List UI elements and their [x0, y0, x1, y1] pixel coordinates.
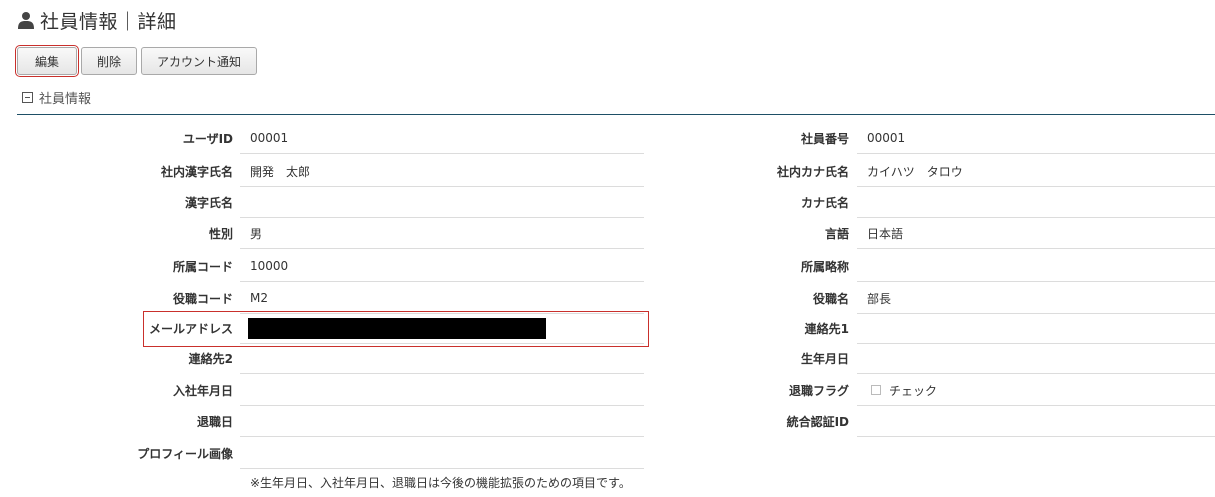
section-label: 社員情報 [39, 92, 92, 107]
field-label: 社内カナ氏名 [776, 165, 849, 179]
toolbar: 編集 削除 アカウント通知 [15, 45, 257, 77]
retire-flag-checkbox [871, 385, 881, 395]
field-row-kana-name: カナ氏名 [0, 187, 1215, 218]
field-label: 役職名 [812, 292, 849, 306]
edit-button[interactable]: 編集 [15, 45, 79, 77]
field-value: カイハツ タロウ [867, 164, 963, 179]
field-label: 統合認証ID [786, 415, 849, 429]
field-label: 生年月日 [800, 352, 849, 366]
page-title: 社員情報｜詳細 [18, 6, 177, 34]
field-row-kana-name-internal: 社内カナ氏名 カイハツ タロウ [0, 156, 1215, 187]
section-header[interactable]: 社員情報 [22, 88, 91, 107]
collapse-minus-icon[interactable] [22, 92, 33, 103]
field-label: 退職フラグ [788, 384, 849, 398]
field-label: 社員番号 [800, 132, 849, 146]
retire-flag-label: チェック [889, 383, 938, 398]
user-icon [18, 12, 34, 29]
field-row-employee-number: 社員番号 00001 [0, 123, 1215, 154]
account-notify-button[interactable]: アカウント通知 [141, 47, 257, 75]
field-row-position-name: 役職名 部長 [0, 283, 1215, 314]
field-label: 言語 [824, 227, 849, 241]
page-title-text: 社員情報｜詳細 [40, 10, 177, 33]
field-value: 00001 [867, 131, 906, 145]
section-divider [17, 114, 1215, 115]
field-label: 連絡先1 [804, 322, 849, 336]
field-row-contact-1: 連絡先1 [0, 313, 1215, 344]
field-value: 部長 [867, 291, 892, 306]
field-label: プロフィール画像 [137, 447, 233, 461]
field-row-sso-id: 統合認証ID [0, 406, 1215, 437]
field-row-department-abbr: 所属略称 [0, 251, 1215, 282]
delete-button[interactable]: 削除 [81, 47, 137, 75]
field-row-birth-date: 生年月日 [0, 343, 1215, 374]
field-value: 日本語 [867, 226, 904, 241]
field-row-retire-flag: 退職フラグ チェック [0, 375, 1215, 406]
field-row-profile-image: プロフィール画像 [0, 438, 644, 469]
field-label: 所属略称 [800, 260, 849, 274]
field-row-language: 言語 日本語 [0, 218, 1215, 249]
footnote: ※生年月日、入社年月日、退職日は今後の機能拡張のための項目です。 [250, 476, 631, 490]
field-label: カナ氏名 [800, 196, 849, 210]
